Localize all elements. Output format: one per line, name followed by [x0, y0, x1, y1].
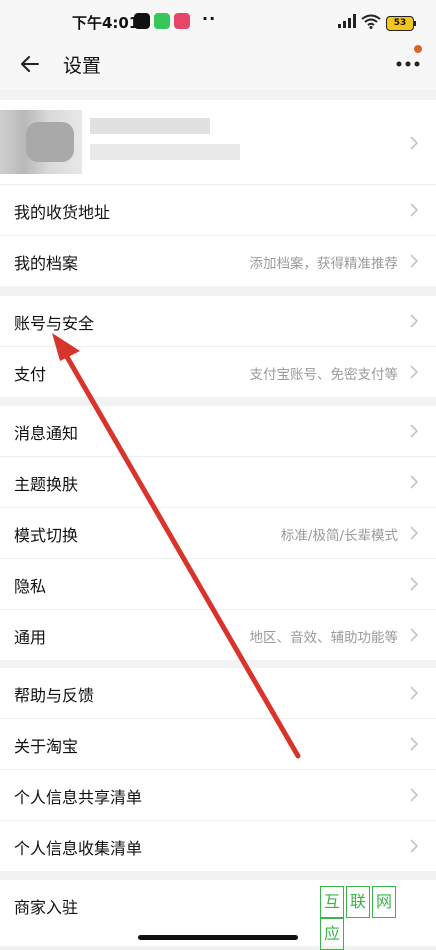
- annotation-arrow: [52, 333, 301, 759]
- home-indicator[interactable]: [138, 935, 298, 940]
